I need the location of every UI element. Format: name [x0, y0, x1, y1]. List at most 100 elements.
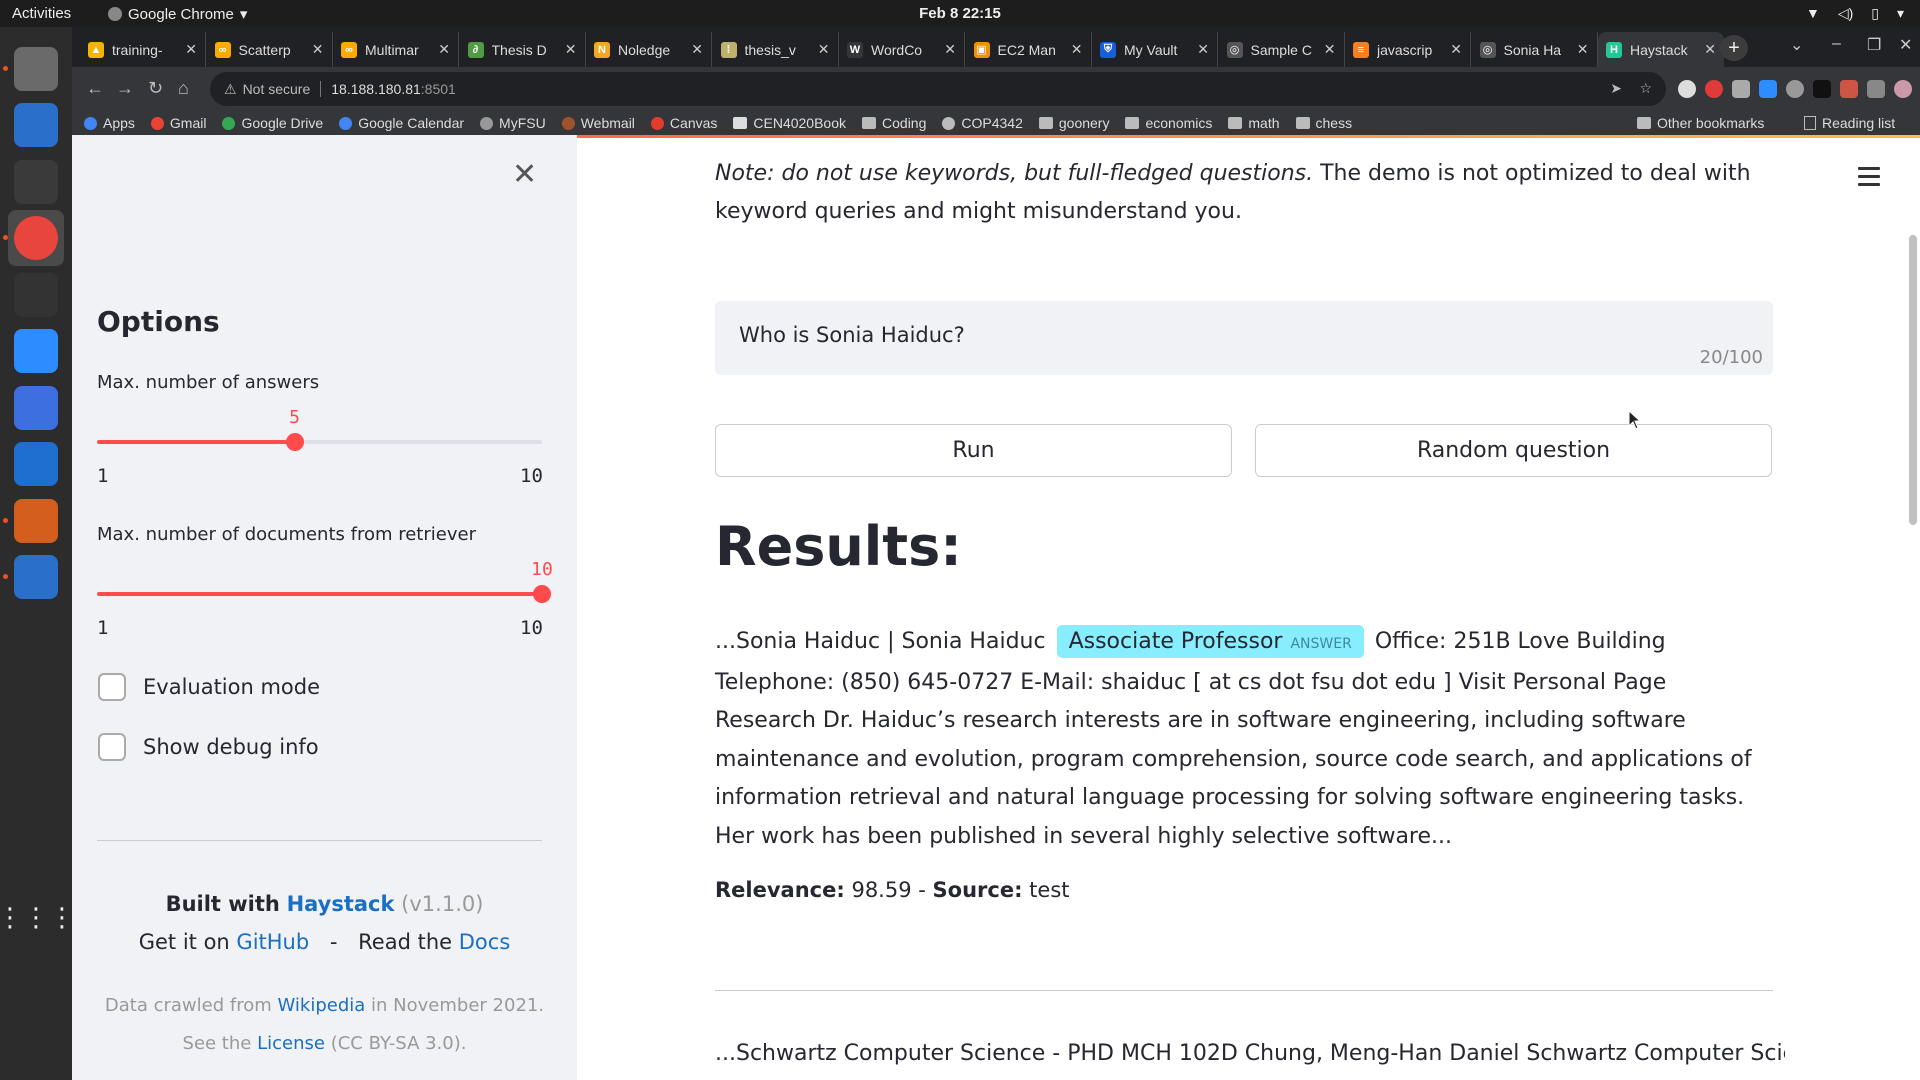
restore-icon[interactable]: ❐ — [1867, 35, 1881, 55]
bookmark-goonery[interactable]: goonery — [1038, 115, 1109, 131]
browser-tab[interactable]: ∞ Multimar ✕ — [333, 32, 459, 67]
send-icon[interactable]: ➤ — [1610, 80, 1622, 97]
bookmark-cop4342[interactable]: COP4342 — [942, 115, 1023, 131]
theme-extension-icon[interactable] — [1678, 80, 1696, 98]
bookmark-myfsu[interactable]: MyFSU — [480, 115, 546, 131]
extensions-puzzle-icon[interactable] — [1867, 80, 1885, 98]
debug-info-checkbox[interactable]: Show debug info — [98, 733, 319, 761]
not-secure-label[interactable]: Not secure — [243, 81, 311, 97]
random-question-button[interactable]: Random question — [1255, 424, 1772, 477]
browser-tab[interactable]: ◎ Sample C ✕ — [1219, 32, 1345, 67]
back-icon[interactable]: ← — [86, 78, 104, 99]
bookmark-cen4020book[interactable]: CEN4020Book — [733, 115, 846, 131]
impress-icon[interactable] — [8, 493, 64, 549]
page-viewport: ✕ Options Max. number of answers 5 1 10 … — [72, 135, 1920, 1080]
browser-tab[interactable]: H Haystack ✕ — [1598, 32, 1724, 67]
forward-icon[interactable]: → — [116, 78, 134, 99]
writer-icon[interactable] — [8, 97, 64, 153]
github-link[interactable]: GitHub — [236, 930, 309, 954]
bookmark-chess[interactable]: chess — [1295, 115, 1352, 131]
close-tab-icon[interactable]: ✕ — [1324, 41, 1336, 58]
bookmark-apps[interactable]: Apps — [84, 115, 135, 131]
clock[interactable]: Feb 8 22:15 — [0, 5, 1920, 22]
monitor-icon[interactable] — [8, 436, 64, 492]
close-tab-icon[interactable]: ✕ — [944, 41, 956, 58]
slider-answers-thumb[interactable] — [285, 433, 304, 451]
browser-tab[interactable]: ∂ Thesis D ✕ — [460, 32, 586, 67]
bookmark-star-icon[interactable]: ☆ — [1639, 80, 1652, 97]
hamburger-menu-icon[interactable] — [1858, 167, 1880, 191]
address-bar[interactable]: ⚠ Not secure 18.188.180.81 :8501 ➤ ☆ — [210, 72, 1666, 106]
slider-answers[interactable] — [97, 433, 542, 451]
other-bookmarks[interactable]: Other bookmarks — [1637, 115, 1764, 131]
webmail-icon — [561, 116, 575, 130]
browser-tab[interactable]: N Noledge ✕ — [586, 32, 712, 67]
minimize-icon[interactable]: – — [1832, 35, 1841, 53]
close-tab-icon[interactable]: ✕ — [565, 41, 577, 58]
zoom-icon[interactable] — [8, 323, 64, 379]
close-tab-icon[interactable]: ✕ — [185, 41, 197, 58]
close-sidebar-icon[interactable]: ✕ — [512, 157, 537, 192]
close-tab-icon[interactable]: ✕ — [691, 41, 703, 58]
close-tab-icon[interactable]: ✕ — [1704, 41, 1716, 58]
screenshot-icon[interactable] — [8, 380, 64, 436]
extension-icon[interactable] — [1759, 80, 1777, 98]
close-tab-icon[interactable]: ✕ — [438, 41, 450, 58]
slider-documents[interactable] — [97, 585, 551, 603]
page-scrollbar[interactable] — [1909, 235, 1917, 525]
close-tab-icon[interactable]: ✕ — [818, 41, 830, 58]
bookmark-google-drive[interactable]: Google Drive — [222, 115, 323, 131]
bookmark-math[interactable]: math — [1228, 115, 1280, 131]
home-icon[interactable]: ⌂ — [178, 78, 189, 99]
bookmark-gmail[interactable]: Gmail — [150, 115, 206, 131]
bookmark-google-calendar[interactable]: Google Calendar — [339, 115, 464, 131]
browser-tab[interactable]: ▣ EC2 Man ✕ — [966, 32, 1092, 67]
question-input[interactable]: Who is Sonia Haiduc? 20/100 — [715, 301, 1773, 375]
new-tab-button[interactable]: + — [1720, 35, 1748, 61]
close-tab-icon[interactable]: ✕ — [312, 41, 324, 58]
terminal-icon[interactable] — [8, 154, 64, 210]
extension-icon[interactable] — [1732, 80, 1750, 98]
extension-icon[interactable] — [1786, 80, 1804, 98]
checkbox-box[interactable] — [98, 733, 126, 761]
question-text[interactable]: Who is Sonia Haiduc? — [739, 323, 965, 347]
close-window-icon[interactable]: ✕ — [1899, 35, 1912, 55]
haystack-link[interactable]: Haystack — [287, 892, 395, 916]
extension-icon[interactable] — [1840, 80, 1858, 98]
browser-tab[interactable]: ∞ Scatterp ✕ — [207, 32, 333, 67]
reading-list[interactable]: Reading list — [1804, 115, 1895, 131]
battery-icon: ▯ — [1871, 5, 1879, 21]
close-tab-icon[interactable]: ✕ — [1577, 41, 1589, 58]
close-tab-icon[interactable]: ✕ — [1071, 41, 1083, 58]
browser-tab[interactable]: ≡ javascrip ✕ — [1345, 32, 1471, 67]
docs-link[interactable]: Docs — [459, 930, 511, 954]
youtube-extension-icon[interactable] — [1813, 80, 1831, 98]
httrack-icon[interactable] — [8, 267, 64, 323]
files-icon[interactable] — [8, 41, 64, 97]
close-tab-icon[interactable]: ✕ — [1197, 41, 1209, 58]
text-editor-icon[interactable] — [8, 549, 64, 605]
bookmark-coding[interactable]: Coding — [862, 115, 926, 131]
browser-tab[interactable]: ⛨ My Vault ✕ — [1092, 32, 1218, 67]
wikipedia-link[interactable]: Wikipedia — [278, 995, 366, 1016]
profile-avatar[interactable] — [1894, 80, 1912, 98]
bookmark-canvas[interactable]: Canvas — [650, 115, 717, 131]
slider-documents-thumb[interactable] — [533, 585, 551, 603]
run-button[interactable]: Run — [715, 424, 1232, 477]
bookmark-economics[interactable]: economics — [1125, 115, 1212, 131]
close-tab-icon[interactable]: ✕ — [1450, 41, 1462, 58]
evaluation-mode-checkbox[interactable]: Evaluation mode — [98, 673, 320, 701]
browser-tab[interactable]: ◎ Sonia Ha ✕ — [1472, 32, 1598, 67]
browser-tab[interactable]: W WordCo ✕ — [839, 32, 965, 67]
adblock-extension-icon[interactable] — [1705, 80, 1723, 98]
chrome-icon[interactable] — [8, 210, 64, 266]
browser-tab[interactable]: ⁞ thesis_v ✕ — [713, 32, 839, 67]
tab-search-icon[interactable]: ⌄ — [1790, 35, 1803, 55]
reload-icon[interactable]: ↻ — [148, 78, 163, 99]
bookmark-webmail[interactable]: Webmail — [561, 115, 635, 131]
checkbox-box[interactable] — [98, 673, 126, 701]
system-tray[interactable]: ▼ ◁) ▯ ▾ — [1806, 5, 1904, 22]
browser-tab[interactable]: ▲ training- ✕ — [80, 32, 206, 67]
license-link[interactable]: License — [257, 1033, 325, 1054]
app-grid-icon[interactable]: ⋮⋮⋮ — [0, 889, 75, 945]
